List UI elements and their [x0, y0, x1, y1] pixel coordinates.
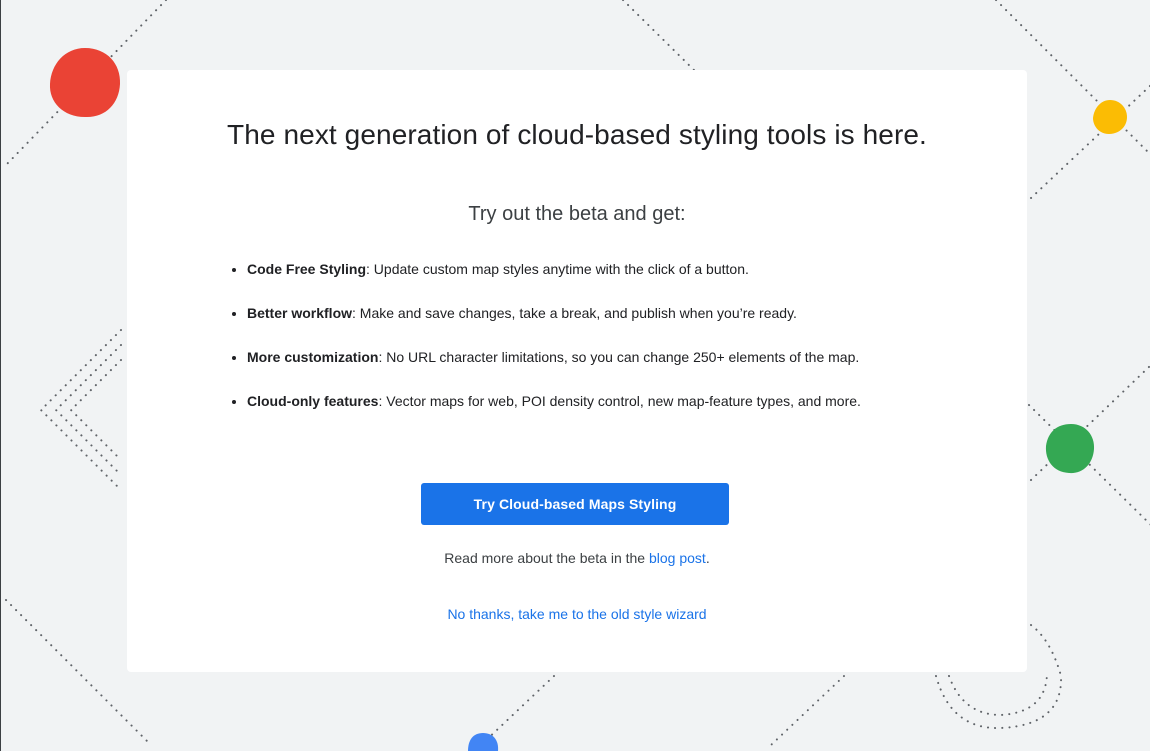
dotted-line: [770, 675, 845, 746]
blue-blob: [468, 733, 499, 751]
try-cloud-styling-button[interactable]: Try Cloud-based Maps Styling: [421, 483, 729, 525]
feature-description: : Make and save changes, take a break, a…: [352, 305, 797, 321]
read-more-text: Read more about the beta in the blog pos…: [127, 550, 1027, 566]
blog-post-link[interactable]: blog post: [649, 550, 706, 566]
headline: The next generation of cloud-based styli…: [227, 119, 927, 150]
old-style-wizard-link[interactable]: No thanks, take me to the old style wiza…: [127, 606, 1027, 622]
list-item: Better workflow: Make and save changes, …: [247, 304, 861, 348]
dotted-line: [39, 329, 122, 491]
feature-list: Code Free Styling: Update custom map sty…: [231, 260, 861, 436]
read-more-suffix: .: [705, 550, 710, 566]
feature-title: Code Free Styling: [247, 261, 367, 277]
feature-title: Better workflow: [247, 305, 353, 321]
feature-description: : No URL character limitations, so you c…: [378, 349, 860, 365]
feature-title: More customization: [247, 349, 379, 365]
page-background: The next generation of cloud-based styli…: [0, 0, 1150, 751]
promo-card: The next generation of cloud-based styli…: [127, 70, 1027, 672]
yellow-blob: [1093, 100, 1127, 134]
dotted-line: [948, 671, 1048, 717]
dotted-line: [54, 344, 122, 476]
dotted-line: [622, 0, 697, 73]
red-blob: [49, 48, 121, 118]
feature-description: : Vector maps for web, POI density contr…: [378, 393, 861, 409]
subheading: Try out the beta and get:: [468, 203, 686, 225]
dotted-line: [1030, 624, 1062, 677]
dotted-line: [480, 675, 555, 746]
list-item: Code Free Styling: Update custom map sty…: [247, 260, 861, 304]
feature-title: Cloud-only features: [247, 393, 379, 409]
feature-description: : Update custom map styles anytime with …: [366, 261, 749, 277]
green-blob: [1045, 424, 1095, 474]
dotted-line: [69, 359, 122, 461]
list-item: More customization: No URL character lim…: [247, 348, 861, 392]
list-item: Cloud-only features: Vector maps for web…: [247, 392, 861, 436]
dotted-line: [1030, 84, 1150, 199]
dotted-line: [1030, 364, 1150, 481]
dotted-line: [935, 675, 1063, 730]
read-more-prefix: Read more about the beta in the: [444, 550, 649, 566]
